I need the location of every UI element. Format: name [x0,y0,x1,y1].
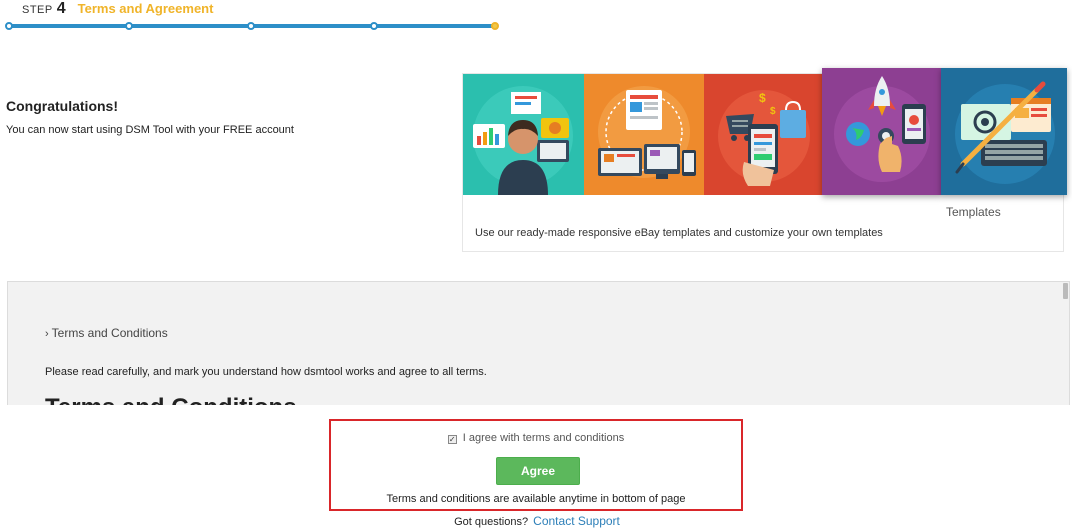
terms-instruction: Please read carefully, and mark you unde… [45,366,487,378]
agree-note: Terms and conditions are available anyti… [386,493,686,505]
step-progress-bar [5,22,499,30]
agree-checkbox-label[interactable]: I agree with terms and conditions [463,432,624,444]
feature-tile-analytics[interactable] [463,74,584,195]
keyboard-design-icon [941,68,1067,195]
tile-caption: Templates [946,205,1001,219]
congrats-title: Congratulations! [6,98,118,114]
feature-tiles: $ $ [463,68,1067,195]
step-dot-2[interactable] [125,22,133,30]
feature-tile-devices[interactable] [584,74,704,195]
feature-tile-shopping[interactable]: $ $ [704,74,822,195]
devices-layout-icon [584,74,704,195]
questions-text: Got questions? [454,516,529,528]
step-title: Terms and Agreement [77,1,214,16]
step-dot-5-current[interactable] [491,22,499,30]
terms-toggle-link[interactable]: › Terms and Conditions [45,326,168,340]
feature-tile-launch[interactable] [822,68,941,195]
step-number: 4 [56,0,66,17]
terms-heading: Terms and Conditions [45,394,297,405]
agree-checkbox[interactable]: ✓ [447,435,457,444]
feature-card: $ $ Templates Use our ready-made respons… [462,68,1067,252]
feature-description: Use our ready-made responsive eBay templ… [475,227,883,239]
congrats-text: You can now start using DSM Tool with yo… [6,124,294,136]
agree-checkbox-row[interactable]: ✓ I agree with terms and conditions [331,432,741,444]
step-dot-4[interactable] [370,22,378,30]
support-footer: Got questions? Contact Support [0,514,1072,528]
analyst-chart-icon [463,74,584,195]
step-header: STEP 4 Terms and Agreement [22,0,213,20]
svg-text:$: $ [770,106,776,117]
svg-text:$: $ [759,91,766,105]
chevron-right-icon: › [45,328,49,340]
rocket-touch-icon [822,68,941,195]
feature-tile-templates[interactable] [941,68,1067,195]
agreement-box: ✓ I agree with terms and conditions Agree… [329,419,743,511]
step-dot-3[interactable] [247,22,255,30]
step-dot-1[interactable] [5,22,13,30]
agree-button[interactable]: Agree [496,457,580,485]
contact-support-link[interactable]: Contact Support [533,514,620,528]
terms-link-label: Terms and Conditions [51,326,168,340]
mobile-shopping-icon: $ $ [704,74,822,195]
terms-scrollbar[interactable] [1063,283,1068,299]
terms-panel[interactable]: › Terms and Conditions Please read carefu… [7,281,1070,405]
step-word: STEP [22,4,53,16]
